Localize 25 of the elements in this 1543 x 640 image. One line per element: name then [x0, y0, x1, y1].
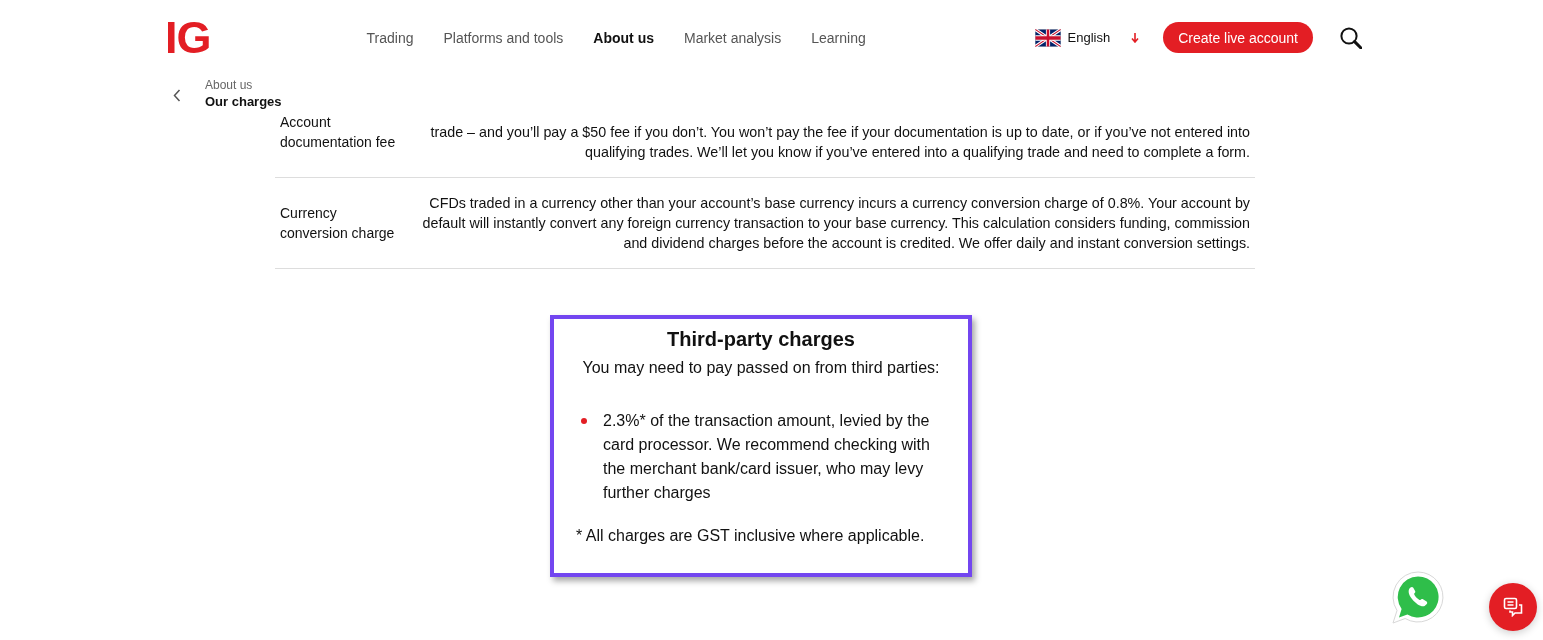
- charge-description: CFDs traded in a currency other than your account’s base currency incurs a currency conversion charge of 0.8%. Your account by default will instantly convert any foreign currency transaction to your base currency. This calculation considers funding, commission and dividend charges before the account is credited. We offer daily and instant conversion settings.: [421, 194, 1250, 253]
- footnote-text: * All charges are GST inclusive where applicable.: [576, 526, 926, 546]
- nav-link[interactable]: Learning: [811, 29, 866, 46]
- page-title: Our charges: [205, 92, 282, 111]
- bullet-dot-icon: [581, 418, 587, 424]
- down-arrow-icon[interactable]: [1131, 32, 1140, 43]
- charge-description: trade – and you’ll pay a $50 fee if you don’t. You won’t pay the fee if your documentation is up to date, or if you’ve not entered into qualifying trades. We’ll let you know if you’ve entered into a qualifying trade and need to complete a form.: [429, 123, 1250, 162]
- nav-link[interactable]: Trading: [366, 29, 414, 46]
- charge-name: Currency conversion charge: [280, 204, 396, 243]
- nav-link[interactable]: Market analysis: [683, 29, 782, 46]
- ig-logo[interactable]: IG: [165, 15, 211, 60]
- language-label[interactable]: English: [1067, 30, 1111, 45]
- uk-flag-icon[interactable]: [1034, 28, 1061, 47]
- search-icon[interactable]: [1340, 26, 1362, 49]
- nav-link[interactable]: Platforms and tools: [443, 29, 564, 46]
- chat-bubbles-icon: [1503, 597, 1523, 617]
- chat-button[interactable]: [1489, 583, 1537, 631]
- create-account-button[interactable]: Create live account: [1163, 22, 1313, 53]
- breadcrumb-link[interactable]: About us: [205, 76, 253, 93]
- charge-name: Account documentation fee: [280, 113, 397, 152]
- back-chevron-icon[interactable]: [173, 88, 181, 102]
- nav-link[interactable]: About us: [593, 29, 654, 46]
- bullet-text: 2.3%* of the transaction amount, levied by the card processor. We recommend checking with the merchant bank/card issuer, who may levy further charges: [603, 411, 931, 503]
- section-heading: Third-party charges: [666, 327, 856, 352]
- intro-text: You may need to pay passed on from third parties:: [581, 358, 941, 378]
